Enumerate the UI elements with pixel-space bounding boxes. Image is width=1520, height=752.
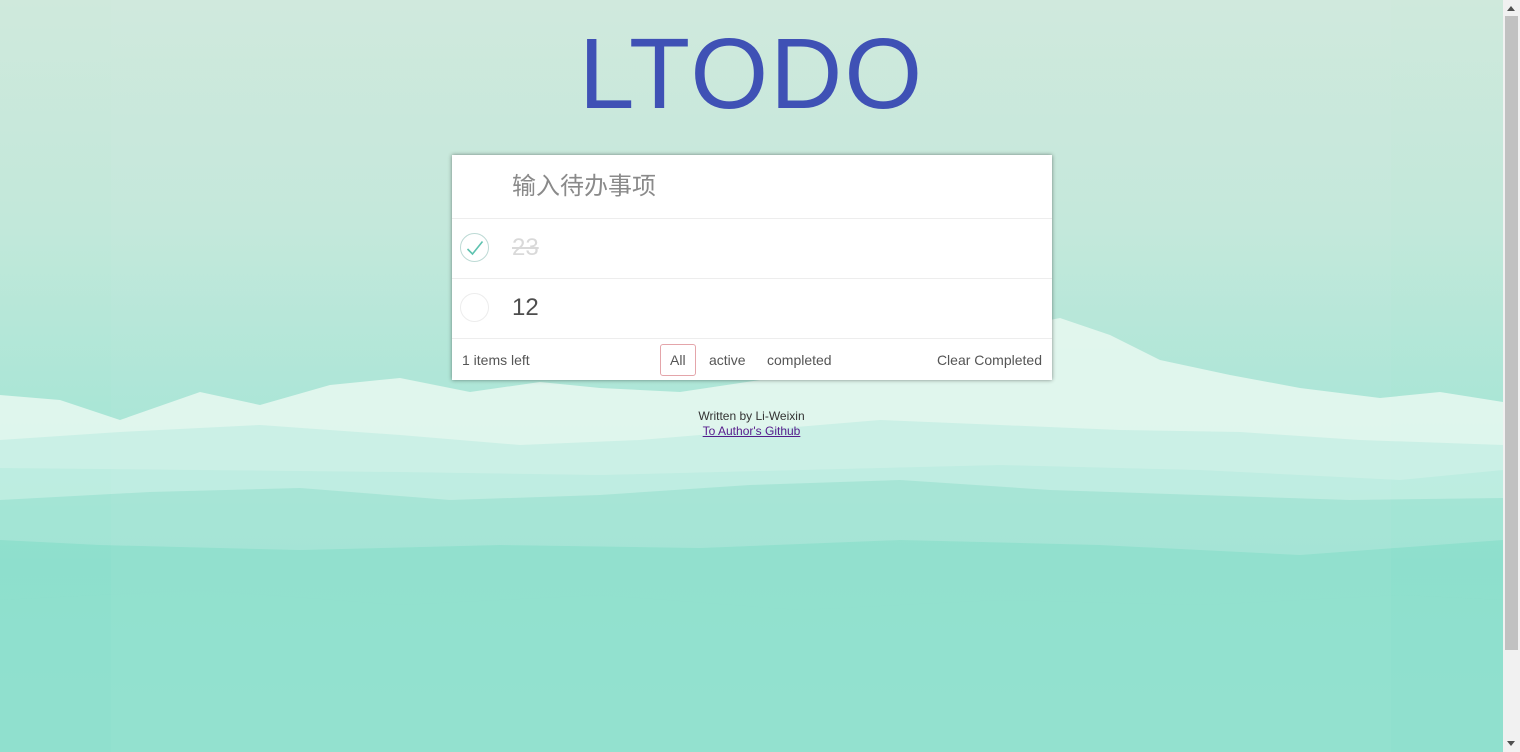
scroll-down-arrow-icon[interactable] <box>1507 741 1515 746</box>
new-todo-input[interactable] <box>452 155 1052 219</box>
scroll-up-arrow-icon[interactable] <box>1507 6 1515 11</box>
empty-circle-icon <box>466 300 467 301</box>
todo-footer: 1 items left All active completed Clear … <box>452 339 1052 381</box>
author-credit: Written by Li-Weixin <box>698 409 805 423</box>
todo-toggle-checked[interactable] <box>460 233 489 262</box>
todo-toggle-unchecked[interactable] <box>460 293 489 322</box>
filter-active[interactable]: active <box>699 344 756 376</box>
todo-label[interactable]: 12 <box>512 279 539 337</box>
items-left-count: 1 items left <box>462 352 530 368</box>
author-github-link[interactable]: To Author's Github <box>703 424 801 438</box>
filter-all[interactable]: All <box>660 344 696 376</box>
clear-completed-button[interactable]: Clear Completed <box>937 352 1042 368</box>
todo-card: 23 12 1 items left All active completed … <box>452 155 1052 380</box>
todo-label[interactable]: 23 <box>512 219 539 277</box>
todo-item: 12 <box>452 279 1052 339</box>
vertical-scrollbar[interactable] <box>1503 0 1520 752</box>
credits: Written by Li-Weixin To Author's Github <box>0 409 1503 439</box>
filter-completed[interactable]: completed <box>757 344 842 376</box>
check-icon <box>466 241 484 256</box>
scrollbar-thumb[interactable] <box>1505 16 1518 650</box>
app-title: LTODO <box>578 18 925 130</box>
todo-item: 23 <box>452 219 1052 279</box>
